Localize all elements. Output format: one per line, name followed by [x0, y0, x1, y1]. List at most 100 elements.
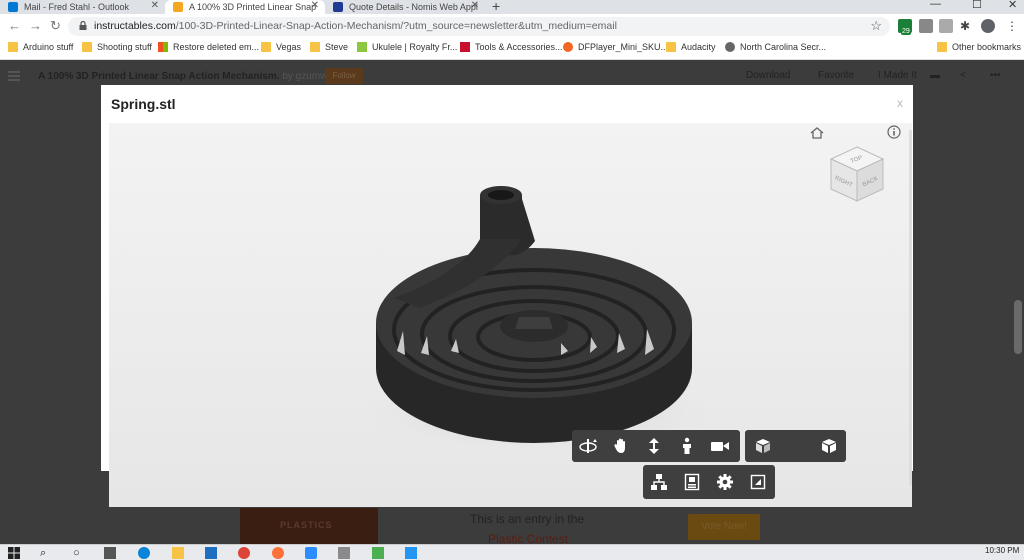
file-explorer-icon[interactable] [172, 547, 184, 559]
bookmark-item[interactable]: Audacity [666, 42, 716, 52]
more-icon[interactable]: ••• [990, 70, 1001, 81]
orbit-button[interactable] [572, 430, 604, 462]
folder-icon [666, 42, 676, 52]
folder-icon [82, 42, 92, 52]
view-toolbar [745, 430, 846, 462]
window-close-button[interactable]: ✕ [1008, 0, 1017, 11]
first-person-icon [683, 437, 691, 454]
follow-button[interactable]: Follow [325, 68, 363, 84]
zoom-icon [649, 438, 659, 454]
pan-button[interactable] [605, 430, 637, 462]
address-bar[interactable]: instructables.com/100-3D-Printed-Linear-… [68, 17, 890, 36]
edge-icon[interactable] [138, 547, 150, 559]
model-browser-icon [651, 474, 667, 490]
vote-now-button[interactable]: Vote Now! [688, 514, 760, 540]
menu-kebab-icon[interactable]: ⋮ [1006, 19, 1020, 33]
fit-button[interactable] [813, 430, 845, 462]
fullscreen-button[interactable] [742, 466, 774, 498]
share-icon[interactable]: < [960, 70, 966, 81]
fullscreen-icon [750, 474, 766, 490]
minimize-button[interactable]: — [930, 0, 941, 10]
globe-icon [725, 42, 735, 52]
folder-icon [8, 42, 18, 52]
new-tab-button[interactable]: + [492, 0, 500, 14]
page-title: A 100% 3D Printed Linear Snap Action Mec… [38, 71, 338, 82]
model-browser-button[interactable] [643, 466, 675, 498]
bookmark-item[interactable]: Vegas [261, 42, 301, 52]
b-icon [357, 42, 367, 52]
bookmarks-bar: Arduino stuff Shooting stuff Restore del… [0, 38, 1024, 60]
photos-icon[interactable] [405, 547, 417, 559]
bookmark-item[interactable]: Restore deleted em... [158, 42, 259, 52]
bookmark-item[interactable]: DFPlayer_Mini_SKU... [563, 42, 668, 52]
viewer-scrollbar[interactable] [909, 130, 912, 485]
page-scrollbar[interactable] [1014, 300, 1022, 354]
mail-icon[interactable] [205, 547, 217, 559]
bookmark-item[interactable]: North Carolina Secr... [725, 42, 826, 52]
fit-icon [822, 439, 836, 453]
folder-icon [261, 42, 271, 52]
puzzle-icon[interactable]: ✱ [960, 19, 974, 33]
chrome-icon[interactable] [238, 547, 250, 559]
firefox-icon[interactable] [272, 547, 284, 559]
zoom-button[interactable] [638, 430, 670, 462]
tab-nomis[interactable]: Quote Details - Nomis Web Appl ✕ [325, 0, 485, 14]
folder-icon [310, 42, 320, 52]
folder-icon [937, 42, 947, 52]
tab-instructables[interactable]: A 100% 3D Printed Linear Snap ✕ [165, 0, 325, 14]
reload-icon[interactable]: ↻ [50, 18, 61, 34]
properties-icon [684, 473, 700, 491]
bookmark-item[interactable]: Ukulele | Royalty Fr... [357, 42, 457, 52]
profile-avatar[interactable] [981, 19, 995, 33]
properties-button[interactable] [676, 466, 708, 498]
nomis-icon [333, 2, 343, 12]
bookmark-item[interactable]: Steve [310, 42, 348, 52]
bookmark-item[interactable]: Other bookmarks [937, 42, 1021, 52]
navigation-bar: ← → ↻ instructables.com/100-3D-Printed-L… [0, 14, 1024, 38]
close-icon[interactable]: ✕ [151, 0, 159, 11]
first-person-button[interactable] [671, 430, 703, 462]
search-icon[interactable]: ⌕ [40, 547, 52, 559]
modal-close-button[interactable]: x [897, 96, 903, 110]
zoom-app-icon[interactable] [305, 547, 317, 559]
instructables-icon [173, 2, 183, 12]
cortana-icon[interactable]: ○ [73, 547, 85, 559]
maximize-button[interactable]: ☐ [972, 0, 982, 11]
camera-button[interactable] [704, 430, 736, 462]
outlook-icon [8, 2, 18, 12]
contest-banner[interactable]: PLASTICS [240, 508, 378, 544]
back-arrow-icon[interactable]: ← [8, 18, 21, 33]
extension-icon[interactable] [939, 19, 953, 33]
app-icon[interactable] [372, 547, 384, 559]
settings-button[interactable] [709, 466, 741, 498]
camera-icon [711, 442, 729, 451]
tab-outlook[interactable]: Mail - Fred Stahl - Outlook ✕ [0, 0, 165, 14]
download-button[interactable]: Download [746, 70, 790, 81]
close-icon[interactable]: ✕ [471, 0, 479, 11]
extension-icon[interactable] [919, 19, 933, 33]
i-made-it-button[interactable]: I Made It [878, 70, 917, 81]
comment-icon[interactable]: ▬ [930, 70, 940, 81]
bookmark-star-icon[interactable]: ☆ [870, 18, 882, 34]
explode-button[interactable] [747, 430, 779, 462]
microsoft-icon [158, 42, 168, 52]
explode-icon [756, 439, 770, 453]
hamburger-menu-icon[interactable] [8, 71, 20, 83]
3d-viewer-canvas[interactable]: TOP RIGHT BACK [109, 123, 912, 507]
url-text: instructables.com/100-3D-Printed-Linear-… [94, 20, 617, 32]
bookmark-item[interactable]: Arduino stuff [8, 42, 73, 52]
app-icon[interactable] [338, 547, 350, 559]
taskbar: ⌕ ○ 10:30 PM [0, 544, 1024, 560]
bookmark-item[interactable]: Shooting stuff [82, 42, 152, 52]
close-icon[interactable]: ✕ [311, 0, 319, 11]
forward-arrow-icon[interactable]: → [29, 18, 42, 33]
tab-title: A 100% 3D Printed Linear Snap [189, 2, 317, 12]
favorite-button[interactable]: Favorite [818, 70, 854, 81]
navigation-toolbar [572, 430, 740, 462]
taskbar-clock: 10:30 PM [985, 546, 1020, 555]
contest-link[interactable]: Plastic Contest [488, 532, 568, 544]
extension-badge: 29 [901, 28, 911, 35]
windows-start-icon[interactable] [8, 547, 20, 559]
task-view-icon[interactable] [104, 547, 116, 559]
bookmark-item[interactable]: Tools & Accessories... [460, 42, 563, 52]
